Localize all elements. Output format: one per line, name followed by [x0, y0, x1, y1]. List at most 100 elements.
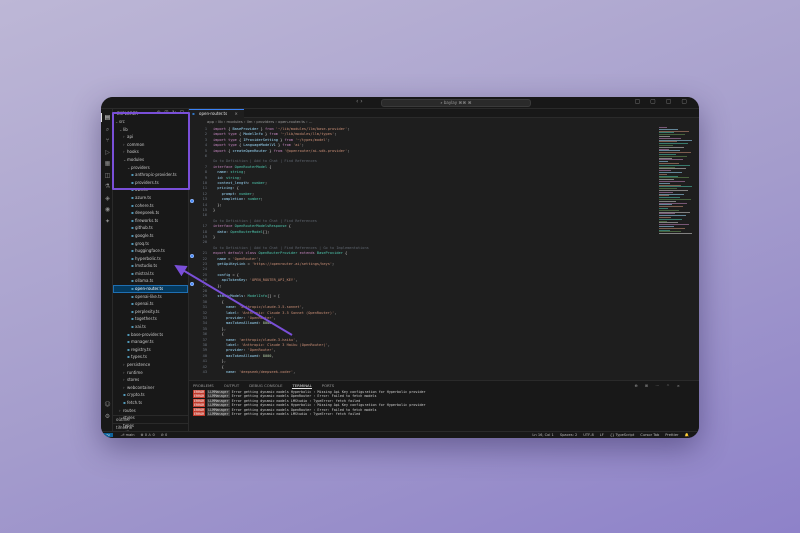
status-right-item[interactable]: 🔔	[685, 433, 689, 437]
file-item[interactable]: ▪providers.ts	[113, 179, 188, 187]
code-line[interactable]: Go to Definition | Add to Chat | Find Re…	[197, 159, 647, 164]
panel-tab-problems[interactable]: PROBLEMS	[193, 383, 214, 388]
file-item[interactable]: ▪open-router.ts	[113, 285, 188, 293]
folder-item[interactable]: ⌄lib	[113, 126, 188, 134]
status-left-item[interactable]: ⊘ 0	[161, 433, 167, 437]
account-icon[interactable]: ☺	[104, 401, 111, 408]
code-line[interactable]: 1 import { BaseProvider } from '~/lib/mod…	[197, 127, 647, 132]
file-item[interactable]: ▪anthropic-provider.ts	[113, 171, 188, 179]
close-icon[interactable]: ×	[234, 111, 237, 116]
status-left-item[interactable]: ⊗ 0 ⚠ 0	[141, 433, 155, 437]
code-line[interactable]: 33 provider: 'OpenRouter',	[197, 316, 647, 321]
code-line[interactable]: 41 },	[197, 359, 647, 364]
code-line[interactable]: Go to Definition | Add to Chat | Find Re…	[197, 246, 647, 251]
github-icon[interactable]: ◉	[104, 206, 111, 213]
breakpoint-icon[interactable]	[190, 199, 194, 203]
file-item[interactable]: ▪openai-like.ts	[113, 293, 188, 301]
code-line[interactable]: 13 completion: number;	[197, 197, 647, 202]
explorer-actions[interactable]: ⊕ ⊞ ↻ ⊟	[156, 110, 185, 116]
status-right-item[interactable]: LF	[600, 433, 604, 437]
settings-icon[interactable]: ⚙	[104, 413, 111, 420]
file-item[interactable]: ▪base-provider.ts	[113, 331, 188, 339]
code-line[interactable]: 20	[197, 240, 647, 245]
code-line[interactable]: 27 };	[197, 284, 647, 289]
source-control-icon[interactable]: ⑂	[104, 137, 111, 144]
code-line[interactable]: 19}	[197, 235, 647, 240]
panel-tab-ports[interactable]: PORTS	[322, 383, 334, 388]
code-line[interactable]: 31 name: 'anthropic/claude-3.5-sonnet',	[197, 305, 647, 310]
file-item[interactable]: ▪openai.ts	[113, 300, 188, 308]
breakpoint-icon[interactable]	[190, 282, 194, 286]
folder-item[interactable]: › persistence	[113, 361, 188, 369]
code-editor[interactable]: 1 import { BaseProvider } from '~/lib/mod…	[189, 125, 649, 377]
code-line[interactable]: 7 interface OpenRouterModel {	[197, 165, 647, 170]
file-item[interactable]: ▪hyperbolic.ts	[113, 255, 188, 263]
code-line[interactable]: 40 maxTokenAllowed: 8000,	[197, 354, 647, 359]
remote-indicator[interactable]: ⌥	[103, 433, 114, 437]
folder-item[interactable]: › stores	[113, 376, 188, 384]
folder-item[interactable]: ⌄providers	[113, 164, 188, 172]
file-item[interactable]: ▪fetch.ts	[113, 399, 188, 407]
sidebar-section-1[interactable]: timeline	[113, 423, 188, 431]
code-line[interactable]: 39 provider: 'OpenRouter',	[197, 348, 647, 353]
code-line[interactable]: 4 import type { LanguageModelV1 } from 'a…	[197, 143, 647, 148]
file-item[interactable]: ▪perplexity.ts	[113, 308, 188, 316]
code-line[interactable]: 9 id: string;	[197, 176, 647, 181]
breakpoint-icon[interactable]	[190, 254, 194, 258]
code-line[interactable]: 18 data: OpenRouterModel[];	[197, 230, 647, 235]
status-right-item[interactable]: Prettier	[665, 433, 678, 437]
breadcrumb[interactable]: app › lib › modules › llm › providers › …	[189, 118, 699, 125]
folder-item[interactable]: › common	[113, 141, 188, 149]
code-line[interactable]: 11 pricing: {	[197, 186, 647, 191]
code-line[interactable]: 6	[197, 154, 647, 159]
extensions-icon[interactable]: ▦	[104, 160, 111, 167]
status-right-item[interactable]: UTF-8	[583, 433, 593, 437]
file-item[interactable]: ▪registry.ts	[113, 346, 188, 354]
code-line[interactable]: 37 name: 'anthropic/claude-3-haiku',	[197, 338, 647, 343]
file-item[interactable]: ▪lmstudio.ts	[113, 262, 188, 270]
file-item[interactable]: ▪together.ts	[113, 315, 188, 323]
code-line[interactable]: 32 label: 'Anthropic: Claude 3.5 Sonnet …	[197, 311, 647, 316]
layout-controls[interactable]: ▢ ▢ ▢ ▢	[635, 98, 691, 105]
code-line[interactable]: 29 staticModels: ModelInfo[] = [	[197, 294, 647, 299]
command-center-search[interactable]: ⌕ baylay ⌘⌘ ⌘	[381, 99, 531, 107]
tab-open-router[interactable]: ▪ open-router.ts ×	[189, 109, 244, 118]
copilot-icon[interactable]: ✦	[104, 218, 111, 225]
file-item[interactable]: ▪manager.ts	[113, 338, 188, 346]
run-debug-icon[interactable]: ▷	[104, 149, 111, 156]
code-line[interactable]: 26 apiTokenKey: 'OPEN_ROUTER_API_KEY',	[197, 278, 647, 283]
panel-actions[interactable]: ⊕ ⊞ ⋯ ^ ×	[635, 381, 683, 390]
search-icon[interactable]: ⌕	[104, 126, 111, 133]
folder-item[interactable]: › routes	[113, 407, 188, 415]
file-item[interactable]: ▪aws.ts	[113, 186, 188, 194]
file-item[interactable]: ▪github.ts	[113, 224, 188, 232]
code-line[interactable]: 38 label: 'Anthropic: Claude 3 Haiku (Op…	[197, 343, 647, 348]
code-line[interactable]: 21 export default class OpenRouterProvide…	[197, 251, 647, 256]
code-line[interactable]: 30 {	[197, 300, 647, 305]
code-line[interactable]: 23 getApiKeyLink = 'https://openrouter.a…	[197, 262, 647, 267]
code-line[interactable]: 14 };	[197, 203, 647, 208]
status-right-item[interactable]: Cursor Tab	[640, 433, 659, 437]
minimap[interactable]	[649, 125, 699, 377]
file-item[interactable]: ▪deepseek.ts	[113, 209, 188, 217]
file-item[interactable]: ▪groq.ts	[113, 240, 188, 248]
code-line[interactable]: 36 {	[197, 332, 647, 337]
folder-item[interactable]: › webcontainer	[113, 384, 188, 392]
code-line[interactable]: 15}	[197, 208, 647, 213]
code-line[interactable]: 24	[197, 267, 647, 272]
code-line[interactable]: 5 import { createOpenRouter } from '@open…	[197, 149, 647, 154]
folder-item[interactable]: › runtime	[113, 369, 188, 377]
folder-item[interactable]: › hooks	[113, 148, 188, 156]
testing-icon[interactable]: ⚗	[104, 183, 111, 190]
nav-arrows[interactable]: ‹ ›	[356, 98, 363, 105]
file-item[interactable]: ▪cohere.ts	[113, 202, 188, 210]
code-line[interactable]: 3 import type { IProviderSetting } from '…	[197, 138, 647, 143]
status-right-item[interactable]: Spaces: 2	[560, 433, 577, 437]
panel-tab-terminal[interactable]: TERMINAL	[292, 383, 312, 389]
code-line[interactable]: 35 },	[197, 327, 647, 332]
file-item[interactable]: ▪fireworks.ts	[113, 217, 188, 225]
file-item[interactable]: ▪ollama.ts	[113, 277, 188, 285]
code-line[interactable]: 43 name: 'deepseek/deepseek-coder',	[197, 370, 647, 375]
code-line[interactable]: 17 interface OpenRouterModelsResponse {	[197, 224, 647, 229]
docker-icon[interactable]: ◈	[104, 195, 111, 202]
